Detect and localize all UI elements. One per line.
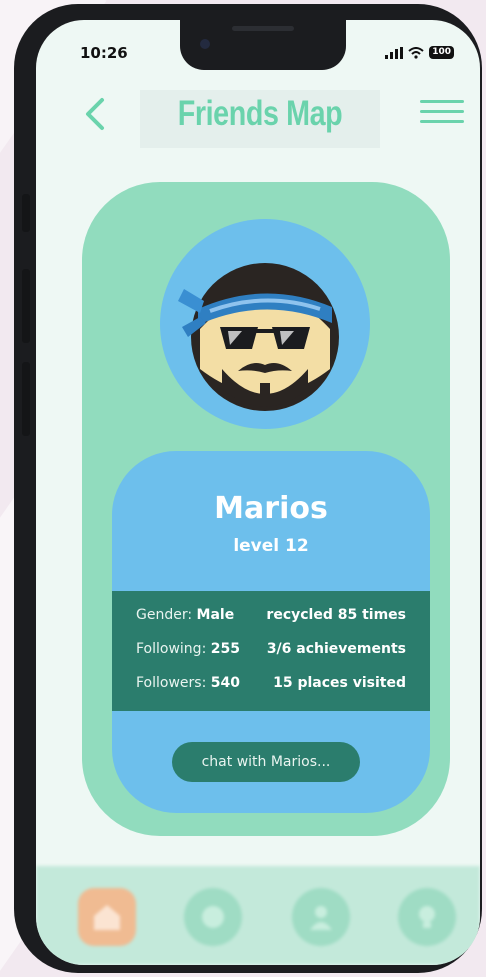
app-screen: 10:26 100 Friends Map Marios level 12 Ge…	[36, 20, 480, 965]
stat-value: 540	[210, 675, 240, 691]
home-icon	[94, 905, 120, 930]
tab-profile[interactable]	[292, 888, 350, 946]
stat-right: 3/6 achievements	[266, 641, 406, 657]
back-arrow-icon[interactable]	[78, 94, 114, 134]
lightbulb-icon	[419, 906, 435, 928]
avatar-image	[178, 263, 339, 411]
tab-home[interactable]	[78, 888, 136, 946]
stat-value: Male	[196, 607, 235, 623]
chat-button[interactable]: chat with Marios...	[172, 742, 360, 782]
stat-key: Followers:	[136, 675, 211, 691]
stat-left: Gender: Male	[136, 607, 234, 627]
stat-key: Gender:	[136, 607, 197, 623]
stats-panel: Gender: Male recycled 85 times Following…	[112, 591, 430, 711]
avatar	[160, 219, 370, 429]
stat-value: 255	[210, 641, 240, 657]
stat-row: Gender: Male recycled 85 times	[136, 607, 406, 627]
map-icon	[202, 906, 224, 928]
hamburger-menu-icon[interactable]	[420, 100, 464, 130]
profile-icon	[310, 906, 332, 930]
camera	[200, 39, 210, 49]
battery-icon: 100	[429, 46, 454, 59]
tab-map[interactable]	[184, 888, 242, 946]
phone-frame: 10:26 100 Friends Map Marios level 12 Ge…	[14, 4, 482, 973]
profile-info-card: Marios level 12 Gender: Male recycled 85…	[112, 451, 430, 813]
wifi-icon	[408, 46, 424, 59]
speaker	[232, 26, 294, 31]
status-icons: 100	[385, 46, 454, 59]
notch	[180, 20, 346, 70]
stat-left: Followers: 540	[136, 675, 240, 695]
page-title: Friends Map	[177, 94, 343, 133]
profile-level: level 12	[233, 536, 309, 556]
volume-up-button	[22, 269, 30, 343]
stat-row: Following: 255 3/6 achievements	[136, 641, 406, 661]
profile-name: Marios	[214, 491, 328, 526]
stat-right: 15 places visited	[273, 675, 406, 691]
stat-key: Following:	[136, 641, 211, 657]
side-button	[22, 194, 30, 232]
tab-tips[interactable]	[398, 888, 456, 946]
stat-right: recycled 85 times	[266, 607, 406, 623]
volume-down-button	[22, 362, 30, 436]
stat-row: Followers: 540 15 places visited	[136, 675, 406, 695]
tab-bar	[36, 866, 480, 965]
status-time: 10:26	[80, 44, 128, 62]
stat-left: Following: 255	[136, 641, 240, 661]
signal-icon	[385, 46, 404, 59]
